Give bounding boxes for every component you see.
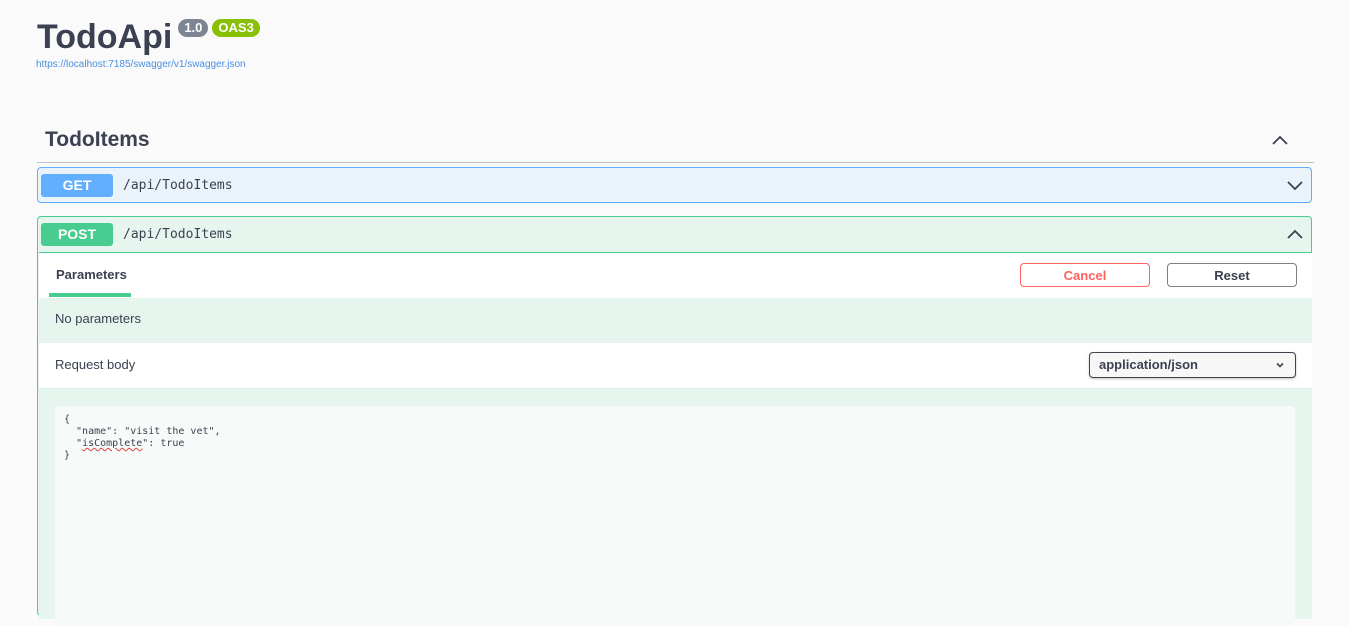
reset-button[interactable]: Reset [1167, 263, 1297, 287]
api-info: TodoApi 1.0 OAS3 [37, 14, 260, 60]
body-line-rest: ": true [142, 438, 185, 449]
request-body-header: Request body application/json [39, 343, 1312, 389]
chevron-up-icon [1287, 229, 1303, 239]
request-body-editor[interactable]: { "name": "visit the vet", "isComplete":… [55, 406, 1295, 626]
operation-path: /api/TodoItems [123, 226, 233, 242]
expand-operation-button[interactable] [1284, 174, 1306, 196]
request-body-label: Request body [55, 357, 136, 372]
title-row: TodoApi 1.0 OAS3 [37, 14, 260, 60]
collapse-operation-button[interactable] [1284, 223, 1306, 245]
chevron-down-icon [1276, 362, 1284, 368]
version-badge: 1.0 [178, 19, 209, 37]
body-line: "isComplete": true [64, 438, 185, 449]
chevron-down-icon [1287, 181, 1303, 191]
body-line: "name": "visit the vet", [64, 426, 221, 437]
content-type-value: application/json [1099, 357, 1198, 372]
chevron-up-icon [1272, 135, 1288, 145]
parameters-section-header: Parameters Cancel Reset [39, 252, 1312, 298]
collapse-tag-button[interactable] [1269, 129, 1291, 151]
tag-section-header[interactable]: TodoItems [37, 118, 1314, 163]
tab-parameters[interactable]: Parameters [49, 253, 131, 297]
operation-post-todoitems[interactable]: POST /api/TodoItems Parameters Cancel Re… [37, 216, 1312, 626]
cancel-button[interactable]: Cancel [1020, 263, 1150, 287]
tag-name: TodoItems [45, 128, 150, 151]
method-badge-get: GET [41, 173, 113, 197]
content-type-select[interactable]: application/json [1089, 352, 1296, 378]
swagger-json-link[interactable]: https://localhost:7185/swagger/v1/swagge… [36, 59, 246, 70]
operation-summary[interactable]: POST /api/TodoItems [38, 217, 1311, 251]
operation-summary[interactable]: GET /api/TodoItems [38, 168, 1311, 202]
method-badge-post: POST [41, 222, 113, 246]
body-line: } [64, 450, 71, 461]
no-parameters-text: No parameters [39, 298, 1312, 343]
body-line: { [64, 414, 71, 425]
request-body-area: { "name": "visit the vet", "isComplete":… [39, 389, 1312, 626]
oas-badge: OAS3 [212, 19, 260, 37]
operation-path: /api/TodoItems [123, 177, 233, 193]
api-title: TodoApi [37, 18, 173, 56]
operation-get-todoitems[interactable]: GET /api/TodoItems [37, 167, 1312, 203]
spellcheck-word: isComplete [82, 438, 143, 449]
